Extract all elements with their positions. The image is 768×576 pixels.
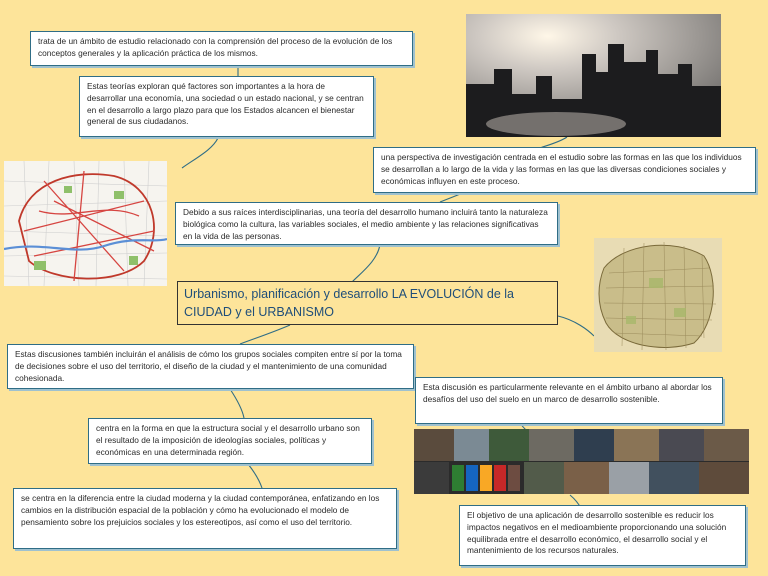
node-form-focus: centra en la forma en que la estructura …: [88, 418, 372, 464]
city-street-map: [4, 161, 167, 286]
node-interdisciplinary: Debido a sus raíces interdisciplinarias,…: [175, 202, 558, 245]
node-theories: Estas teorías exploran qué factores son …: [79, 76, 374, 137]
node-modern-city: se centra en la diferencia entre la ciud…: [13, 488, 397, 549]
urban-collage-photo: [414, 429, 749, 494]
connector-center-discussions: [239, 324, 291, 345]
connector-interdisciplinary-center: [351, 243, 381, 283]
connector-form-modern: [247, 463, 263, 489]
city-skyline-photo: [466, 14, 721, 137]
node-sustainable: El objetivo de una aplicación de desarro…: [459, 505, 746, 566]
node-top-left: trata de un ámbito de estudio relacionad…: [30, 31, 413, 66]
connector-theories-map: [181, 137, 219, 169]
old-city-map: [594, 238, 722, 352]
connector-discussions-form: [229, 388, 245, 419]
node-perspective: una perspectiva de investigación centrad…: [373, 147, 756, 193]
node-urban-relevance: Esta discusión es particularmente releva…: [415, 377, 723, 424]
node-discussions: Estas discusiones también incluirán el a…: [7, 344, 414, 389]
central-topic: Urbanismo, planificación y desarrollo LA…: [177, 281, 558, 325]
connector-center-map2: [557, 315, 595, 337]
